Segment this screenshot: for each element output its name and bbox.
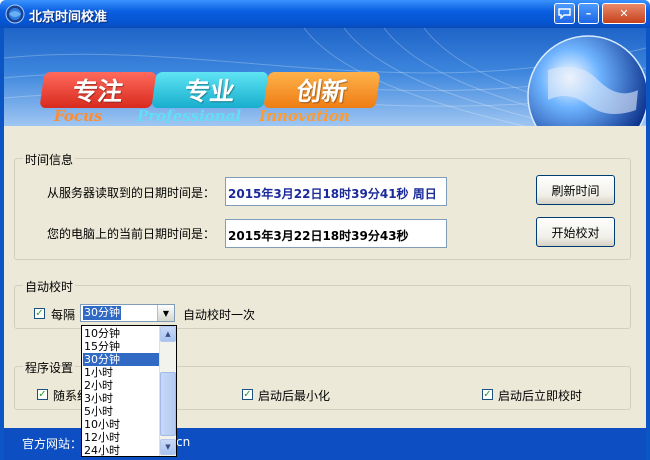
program-settings-group-label: 程序设置 xyxy=(23,359,76,376)
banner: 专注 专业 创新 Focus Professional Innovation xyxy=(4,28,646,126)
chevron-down-icon[interactable]: ▼ xyxy=(157,305,174,321)
check-icon: ✓ xyxy=(243,388,252,400)
list-item[interactable]: 5小时 xyxy=(83,405,159,418)
interval-dropdown-list[interactable]: 10分钟 15分钟 30分钟 1小时 2小时 3小时 5小时 10小时 12小时… xyxy=(81,325,177,457)
website-label: 官方网站： xyxy=(22,437,83,451)
scroll-down-icon[interactable]: ▼ xyxy=(160,439,176,455)
auto-calibrate-group-label: 自动校时 xyxy=(23,278,76,295)
every-label: 每隔 xyxy=(51,308,76,322)
calibrate-once-label: 自动校时一次 xyxy=(183,308,256,322)
innovation-tag-label: 创新 xyxy=(294,77,349,106)
server-time-label: 从服务器读取到的日期时间是： xyxy=(47,186,216,200)
professional-tag-label: 专业 xyxy=(182,77,237,106)
local-time-field[interactable]: 2015年3月22日18时39分43秒 xyxy=(225,219,447,248)
focus-tag-label: 专注 xyxy=(70,77,125,106)
list-item-selected[interactable]: 30分钟 xyxy=(83,353,159,366)
interval-selected-value: 30分钟 xyxy=(83,306,121,320)
calibrate-on-start-label: 启动后立即校时 xyxy=(498,389,583,403)
auto-calibrate-checkbox[interactable]: ✓ xyxy=(34,308,45,319)
time-info-group: 时间信息 从服务器读取到的日期时间是： 2015年3月22日18时39分41秒 … xyxy=(14,151,631,260)
chat-bubble-icon xyxy=(558,8,571,19)
local-time-label: 您的电脑上的当前日期时间是： xyxy=(47,227,216,241)
minimize-button[interactable]: – xyxy=(578,3,599,24)
professional-tag: 专业 xyxy=(151,72,269,108)
server-time-field[interactable]: 2015年3月22日18时39分41秒 周日 xyxy=(225,177,447,206)
run-with-system-checkbox[interactable]: ✓ xyxy=(37,389,48,400)
auto-calibrate-group: 自动校时 ✓ 每隔 30分钟 ▼ 自动校时一次 xyxy=(14,278,631,329)
interval-select[interactable]: 30分钟 ▼ xyxy=(80,304,175,322)
scroll-up-icon[interactable]: ▲ xyxy=(160,326,176,342)
time-info-group-label: 时间信息 xyxy=(23,151,76,168)
focus-tag: 专注 xyxy=(39,72,157,108)
scrollbar-thumb[interactable] xyxy=(160,372,176,436)
app-window: 北京时间校准 – ✕ 专注 专业 创新 Focus Professional I… xyxy=(0,0,650,460)
check-icon: ✓ xyxy=(35,307,44,319)
title-bar[interactable]: 北京时间校准 – ✕ xyxy=(0,0,650,28)
globe-graphic xyxy=(527,35,646,126)
list-item[interactable]: 2小时 xyxy=(83,379,159,392)
list-item[interactable]: 10分钟 xyxy=(83,327,159,340)
calibrate-on-start-checkbox[interactable]: ✓ xyxy=(482,389,493,400)
refresh-time-button[interactable]: 刷新时间 xyxy=(536,175,615,205)
close-button[interactable]: ✕ xyxy=(602,3,646,24)
minimize-on-start-checkbox[interactable]: ✓ xyxy=(242,389,253,400)
innovation-tag: 创新 xyxy=(263,72,381,108)
list-item[interactable]: 15分钟 xyxy=(83,340,159,353)
help-button[interactable] xyxy=(554,3,575,24)
start-calibrate-button[interactable]: 开始校对 xyxy=(536,217,615,247)
window-title: 北京时间校准 xyxy=(29,10,108,25)
professional-subtitle: Professional xyxy=(137,107,242,125)
list-item[interactable]: 1小时 xyxy=(83,366,159,379)
list-item[interactable]: 3小时 xyxy=(83,392,159,405)
globe-app-icon xyxy=(5,4,25,24)
website-link[interactable]: cn xyxy=(176,435,190,449)
focus-subtitle: Focus xyxy=(54,107,103,125)
list-item[interactable]: 10小时 xyxy=(83,418,159,431)
dropdown-scrollbar[interactable]: ▲ ▼ xyxy=(159,326,176,456)
minimize-on-start-label: 启动后最小化 xyxy=(258,389,331,403)
check-icon: ✓ xyxy=(38,388,47,400)
check-icon: ✓ xyxy=(483,388,492,400)
list-item[interactable]: 24小时 xyxy=(83,444,159,457)
innovation-subtitle: Innovation xyxy=(259,107,350,125)
list-item[interactable]: 12小时 xyxy=(83,431,159,444)
